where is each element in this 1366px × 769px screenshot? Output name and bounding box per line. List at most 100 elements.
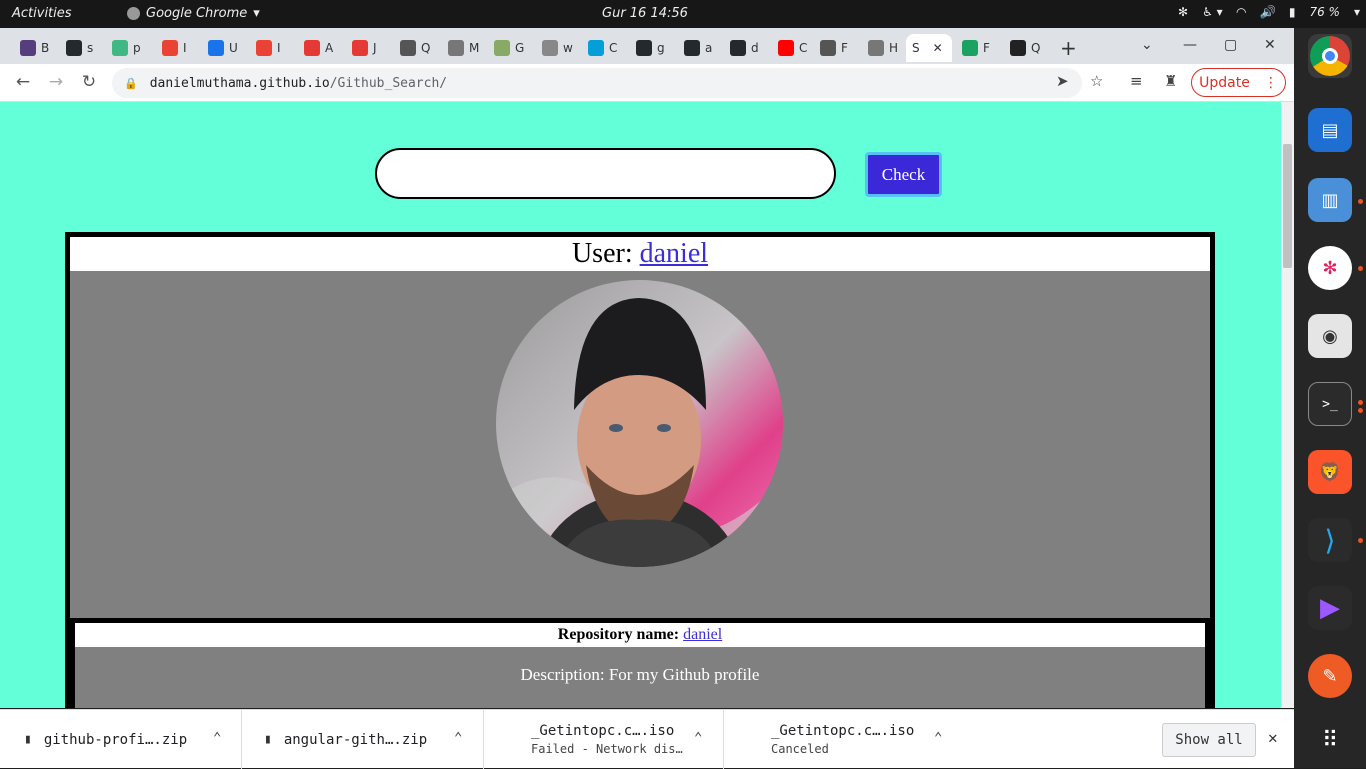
bookmark-star-icon[interactable]: ☆ bbox=[1090, 72, 1103, 90]
page-scrollbar[interactable] bbox=[1281, 102, 1294, 708]
tab-label: s bbox=[87, 41, 94, 55]
system-menu-chevron-icon[interactable]: ▾ bbox=[1354, 5, 1360, 19]
globe-icon bbox=[868, 40, 884, 56]
tab[interactable]: I bbox=[250, 34, 281, 62]
media-icon bbox=[304, 40, 320, 56]
kebab-menu-icon: ⋮ bbox=[1263, 74, 1278, 91]
system-top-bar: Activities Google Chrome ▾ Gur 16 14:56 … bbox=[0, 0, 1366, 28]
repository-link[interactable]: daniel bbox=[683, 626, 722, 643]
chevron-up-icon[interactable]: ⌃ bbox=[934, 730, 942, 746]
tab-label: I bbox=[183, 41, 187, 55]
send-icon[interactable]: ➤ bbox=[1056, 72, 1069, 90]
download-item[interactable]: ▮ angular-gith….zip ⌃ bbox=[242, 710, 484, 769]
search-input[interactable] bbox=[375, 148, 836, 199]
lock-icon[interactable]: 🔒 bbox=[124, 77, 138, 90]
running-indicator bbox=[1358, 266, 1363, 271]
user-link[interactable]: daniel bbox=[640, 238, 708, 269]
close-tab-icon[interactable]: ✕ bbox=[933, 41, 943, 55]
tab[interactable]: Q bbox=[394, 34, 430, 62]
tab-label: d bbox=[751, 41, 759, 55]
tab-label: B bbox=[41, 41, 50, 55]
tab[interactable]: g bbox=[630, 34, 665, 62]
check-button[interactable]: Check bbox=[865, 152, 942, 197]
tab-label: U bbox=[229, 41, 238, 55]
tab-label: C bbox=[609, 41, 618, 55]
scrollbar-thumb[interactable] bbox=[1283, 144, 1292, 268]
url-domain: danielmuthama.github.io bbox=[149, 75, 330, 91]
brave-dock-icon[interactable]: 🦁 bbox=[1308, 450, 1352, 494]
tab[interactable]: S ✕ bbox=[906, 34, 952, 62]
forward-button[interactable]: → bbox=[45, 72, 67, 92]
media-queue-icon[interactable]: ≡ bbox=[1130, 72, 1143, 90]
tab[interactable]: G bbox=[488, 34, 524, 62]
tab[interactable]: p bbox=[106, 34, 141, 62]
chevron-up-icon[interactable]: ⌃ bbox=[213, 730, 221, 746]
maximize-button[interactable]: ▢ bbox=[1224, 37, 1237, 53]
tab-label: H bbox=[889, 41, 899, 55]
app-menu[interactable]: Google Chrome ▾ bbox=[127, 6, 260, 21]
tab[interactable]: I bbox=[156, 34, 187, 62]
tab[interactable]: A bbox=[298, 34, 333, 62]
repository-card: Repository name: daniel Description: For… bbox=[75, 623, 1205, 708]
vscode-dock-icon[interactable]: ⟩ bbox=[1308, 518, 1352, 562]
tab[interactable]: U bbox=[202, 34, 238, 62]
slack-dock-icon[interactable]: ✻ bbox=[1308, 246, 1352, 290]
tab-label: p bbox=[133, 41, 141, 55]
download-item[interactable]: _Getintopc.c….iso Failed - Network dis… … bbox=[484, 710, 724, 769]
page-viewport: Check User: daniel Repository name: dani… bbox=[0, 102, 1281, 708]
chevron-up-icon[interactable]: ⌃ bbox=[454, 730, 462, 746]
slack-tray-icon[interactable]: ✻ bbox=[1178, 5, 1188, 19]
tab[interactable]: J bbox=[346, 34, 377, 62]
close-download-bar-icon[interactable]: ✕ bbox=[1268, 728, 1278, 747]
tab[interactable]: d bbox=[724, 34, 759, 62]
browser-chrome: Bs p I U I A J Q M Gw Cg a d C F H S ✕ F Q + ⌄ — ▢ ✕ ← → ↻ … bbox=[0, 28, 1294, 102]
tab[interactable]: M bbox=[442, 34, 479, 62]
system-tray[interactable]: ✻ ♿ ▾ ◠ 🔊 ▮ 76 % ▾ bbox=[1178, 5, 1360, 19]
tab[interactable]: a bbox=[678, 34, 712, 62]
github-icon bbox=[66, 40, 82, 56]
download-item[interactable]: _Getintopc.c….iso Canceled ⌃ bbox=[724, 710, 964, 769]
tab[interactable]: w bbox=[536, 34, 573, 62]
tab[interactable]: s bbox=[60, 34, 93, 62]
file-icon: ▮ bbox=[24, 732, 32, 747]
extension-icon[interactable]: ♜ bbox=[1164, 72, 1177, 90]
tab-search-chevron-icon[interactable]: ⌄ bbox=[1141, 37, 1153, 53]
accessibility-icon[interactable]: ♿ ▾ bbox=[1202, 5, 1223, 19]
media-player-dock-icon[interactable]: ▶ bbox=[1308, 586, 1352, 630]
repository-header: Repository name: daniel bbox=[75, 623, 1205, 647]
terminal-dock-icon[interactable]: >_ bbox=[1308, 382, 1352, 426]
chrome-dock-icon[interactable] bbox=[1308, 34, 1352, 78]
download-status: Failed - Network dis… bbox=[531, 742, 683, 756]
back-button[interactable]: ← bbox=[12, 72, 34, 92]
clock[interactable]: Gur 16 14:56 bbox=[602, 6, 688, 21]
files-dock-icon[interactable]: ▥ bbox=[1308, 178, 1352, 222]
rhythmbox-dock-icon[interactable]: ◉ bbox=[1308, 314, 1352, 358]
angular-icon bbox=[1010, 40, 1026, 56]
new-tab-button[interactable]: + bbox=[1060, 36, 1077, 60]
tab[interactable]: Q bbox=[1004, 34, 1040, 62]
tab[interactable]: C bbox=[582, 34, 617, 62]
download-item[interactable]: ▮ github-profi….zip ⌃ bbox=[0, 710, 242, 769]
close-window-button[interactable]: ✕ bbox=[1264, 37, 1276, 53]
tab[interactable]: F bbox=[814, 34, 848, 62]
running-indicator bbox=[1358, 199, 1363, 204]
update-button[interactable]: Update ⋮ bbox=[1191, 68, 1286, 97]
tab[interactable]: B bbox=[14, 34, 49, 62]
tab[interactable]: F bbox=[956, 34, 990, 62]
u-icon bbox=[208, 40, 224, 56]
writer-dock-icon[interactable]: ▤ bbox=[1308, 108, 1352, 152]
show-apps-icon[interactable]: ⠿ bbox=[1308, 718, 1352, 762]
avatar bbox=[496, 280, 783, 567]
address-bar[interactable]: 🔒 danielmuthama.github.io/Github_Search/ bbox=[112, 68, 1082, 98]
github-icon bbox=[684, 40, 700, 56]
tab[interactable]: H bbox=[862, 34, 898, 62]
show-all-button[interactable]: Show all bbox=[1162, 723, 1256, 757]
minimize-button[interactable]: — bbox=[1183, 37, 1197, 53]
tab-label: a bbox=[705, 41, 713, 55]
postman-dock-icon[interactable]: ✎ bbox=[1308, 654, 1352, 698]
chevron-up-icon[interactable]: ⌃ bbox=[694, 730, 702, 746]
tab-label: F bbox=[841, 41, 848, 55]
tab[interactable]: C bbox=[772, 34, 807, 62]
reload-button[interactable]: ↻ bbox=[78, 72, 100, 92]
activities-button[interactable]: Activities bbox=[12, 6, 72, 21]
